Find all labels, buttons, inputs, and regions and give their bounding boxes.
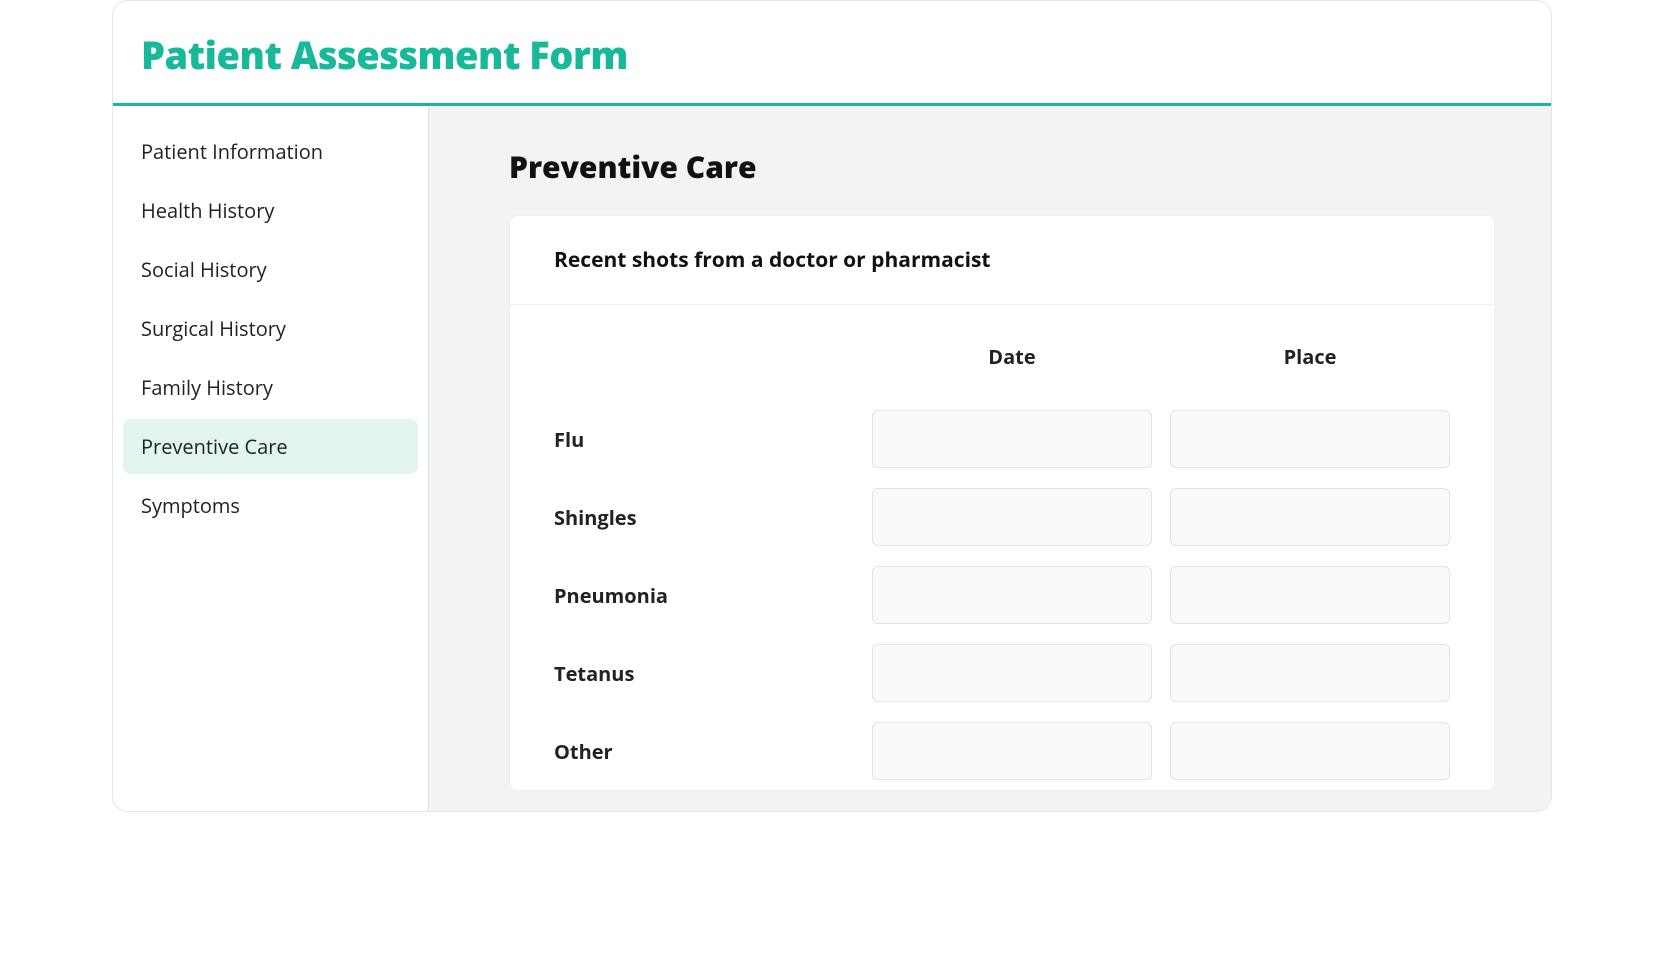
row-label-flu: Flu: [554, 404, 854, 475]
section-title: Preventive Care: [509, 146, 1495, 187]
pneumonia-place-input[interactable]: [1170, 566, 1450, 624]
main-content: Preventive Care Recent shots from a doct…: [429, 106, 1551, 811]
header: Patient Assessment Form: [113, 1, 1551, 106]
shingles-date-input[interactable]: [872, 488, 1152, 546]
row-label-shingles: Shingles: [554, 482, 854, 553]
card-body: Date Place Flu Shingles Pneumonia Tetanu…: [510, 305, 1494, 790]
sidebar-item-label: Patient Information: [141, 138, 323, 165]
flu-place-input[interactable]: [1170, 410, 1450, 468]
sidebar-item-label: Health History: [141, 197, 274, 224]
sidebar-item-family-history[interactable]: Family History: [123, 360, 418, 415]
sidebar-item-label: Surgical History: [141, 315, 286, 342]
tetanus-date-input[interactable]: [872, 644, 1152, 702]
body: Patient Information Health History Socia…: [113, 106, 1551, 811]
sidebar-item-label: Social History: [141, 256, 267, 283]
sidebar-item-social-history[interactable]: Social History: [123, 242, 418, 297]
sidebar-item-preventive-care[interactable]: Preventive Care: [123, 419, 418, 474]
app-window: Patient Assessment Form Patient Informat…: [112, 0, 1552, 812]
sidebar: Patient Information Health History Socia…: [113, 106, 429, 811]
sidebar-item-label: Symptoms: [141, 492, 240, 519]
row-label-other: Other: [554, 716, 854, 787]
sidebar-item-label: Preventive Care: [141, 433, 288, 460]
other-date-input[interactable]: [872, 722, 1152, 780]
column-header-date: Date: [872, 325, 1152, 400]
row-label-pneumonia: Pneumonia: [554, 560, 854, 631]
shingles-place-input[interactable]: [1170, 488, 1450, 546]
card-heading: Recent shots from a doctor or pharmacist: [510, 216, 1494, 305]
sidebar-item-symptoms[interactable]: Symptoms: [123, 478, 418, 533]
page-title: Patient Assessment Form: [141, 29, 1523, 81]
sidebar-item-surgical-history[interactable]: Surgical History: [123, 301, 418, 356]
sidebar-item-health-history[interactable]: Health History: [123, 183, 418, 238]
row-label-tetanus: Tetanus: [554, 638, 854, 709]
flu-date-input[interactable]: [872, 410, 1152, 468]
shots-grid: Date Place Flu Shingles Pneumonia Tetanu…: [554, 325, 1450, 790]
tetanus-place-input[interactable]: [1170, 644, 1450, 702]
column-header-place: Place: [1170, 325, 1450, 400]
sidebar-item-label: Family History: [141, 374, 273, 401]
other-place-input[interactable]: [1170, 722, 1450, 780]
shots-card: Recent shots from a doctor or pharmacist…: [509, 215, 1495, 791]
pneumonia-date-input[interactable]: [872, 566, 1152, 624]
sidebar-item-patient-information[interactable]: Patient Information: [123, 124, 418, 179]
